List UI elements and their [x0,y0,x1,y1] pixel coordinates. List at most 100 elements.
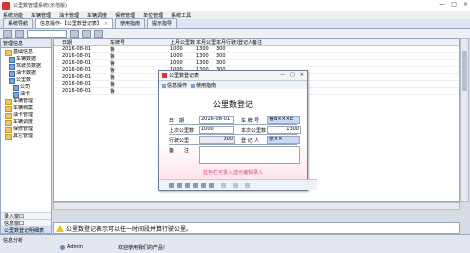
tree-node[interactable]: 车辆调度 [3,119,49,126]
table-cell: 1000 [170,53,183,59]
tree-label: 油卡数据 [16,70,37,76]
app-logo-icon [2,1,10,10]
dialog-info-button[interactable]: 信息操作 [162,82,187,89]
last-record-icon[interactable] [193,182,198,188]
col-header[interactable] [54,39,62,45]
tree-node[interactable]: 车辆管理 [3,98,49,105]
date-field[interactable]: 2016-08-01 [199,116,234,124]
notice-bar: 公里数登记表示可以任一时间段并算行驶公里。 [53,222,460,234]
first-record-icon[interactable] [169,182,174,188]
table-row[interactable]: 2016-08-01 鲁 1000 1300 300 [54,46,459,53]
tree-node[interactable]: 基础信息 [3,49,49,56]
search-icon[interactable] [245,182,250,188]
tree-label: 车辆管理 [13,98,34,104]
welcome-message: 欢迎使用我们的产品! [118,245,166,251]
folder-icon [5,49,12,56]
tree-label: 车辆数据 [16,56,37,62]
table-cell: 2016-08-01 [62,46,92,52]
table-row[interactable]: 2016-08-01 鲁 1000 1300 300 [54,60,459,67]
export-icon[interactable] [82,29,91,38]
next-record-icon[interactable] [185,182,190,188]
nav-info-window[interactable]: 信息窗口 [1,219,51,227]
table-cell: 300 [216,60,226,66]
save-icon[interactable] [221,182,226,188]
divider [169,124,297,125]
tree-label: 油卡 [20,91,31,97]
tree-node[interactable]: 车辆数据 [3,56,49,63]
table-cell: 2016-08-01 [62,81,92,87]
tree-label: 基础信息 [13,49,34,55]
table-cell: 2016-08-01 [62,53,92,59]
item-icon [9,63,15,70]
tab-system-nav[interactable]: 系统导航 [3,18,34,28]
col-header[interactable]: 本月公里数 [196,39,216,45]
scroll-thumb[interactable] [462,51,467,91]
col-header[interactable]: 本月行驶公里数 [216,39,238,45]
table-cell [238,60,252,66]
divider [169,134,297,135]
table-cell: 1300 [196,46,209,52]
tree-node[interactable]: 油卡管理 [3,112,49,119]
registrar-field[interactable]: 张×× [267,136,300,144]
tree-node[interactable]: 驾驶员数据 [3,63,49,70]
dialog-title: 公里数登记表 [169,73,200,79]
filter-icon[interactable] [94,29,103,38]
tree-label: 其它管理 [13,133,34,139]
tree-node[interactable]: 油卡数据 [3,70,49,77]
guide-icon [191,83,196,88]
print-icon[interactable] [70,29,79,38]
tree-node[interactable]: 保修管理 [3,126,49,133]
current-mileage-label: 本次公里数 [241,128,267,134]
horizontal-scrollbar[interactable] [53,202,460,210]
tree-node[interactable]: 公里数 [3,77,49,84]
dialog-guide-button[interactable]: 使用指南 [191,82,216,89]
table-cell: 1000 [170,60,183,66]
table-cell: 300 [216,53,226,59]
dialog-maximize-button[interactable]: □ [290,72,295,78]
record-selector[interactable] [27,29,67,38]
add-record-icon[interactable] [201,182,206,188]
edit-icon[interactable] [3,29,12,38]
close-button[interactable]: × [463,1,468,8]
last-mileage-field[interactable]: 1000 [199,126,234,134]
col-header[interactable]: 上月公里数 [170,39,196,45]
print-icon[interactable] [233,182,238,188]
tree-node[interactable]: 其它管理 [3,133,49,140]
table-cell: 2016-08-01 [62,74,92,80]
item-icon [9,70,15,77]
notice-text: 公里数登记表示可以任一时间段并算行驶公里。 [66,225,193,233]
minimize-button[interactable]: — [439,1,445,8]
dialog-body: 公里数登记 日 期 2016-08-01 车 牌 号 鲁B×××E 上次公里数 … [159,89,307,182]
delete-record-icon[interactable] [209,182,214,188]
col-header[interactable]: 登记人 [238,39,252,45]
tree-node[interactable]: 油卡 [3,91,49,98]
table-row[interactable]: 2016-08-01 鲁 1000 1300 300 [54,53,459,60]
refresh-icon[interactable] [15,29,24,38]
remark-field[interactable] [199,146,300,164]
tab-tips[interactable]: 提示指导 [147,18,178,28]
vertical-scrollbar[interactable] [460,38,469,202]
nav-entry-window[interactable]: 录入窗口 [1,212,51,220]
col-header[interactable]: 车牌号 [110,39,170,45]
tree-label: 公司 [20,84,31,90]
col-header[interactable]: 日期 [62,39,110,45]
folder-icon [5,126,12,133]
nav-mileage-detail[interactable]: 公里数登记明细表 [1,226,51,234]
current-mileage-field[interactable]: 1300 [267,126,301,134]
tree-node[interactable]: 车辆档案 [3,105,49,112]
plate-field[interactable]: 鲁B×××E [267,116,300,124]
last-mileage-label: 上次公里数 [169,128,195,134]
maximize-button[interactable]: □ [451,1,457,8]
dialog-titlebar: 公里数登记表 — □ × [159,71,307,81]
tab-info-operation[interactable]: 信息操作-【公里数登记表】 × [35,18,114,28]
info-icon [162,83,166,88]
prev-record-icon[interactable] [177,182,182,188]
tab-close-icon[interactable]: × [104,21,108,27]
dialog-close-button[interactable]: × [300,72,304,78]
tree-node[interactable]: 公司 [3,84,49,91]
tab-guide[interactable]: 使用指南 [115,18,146,28]
col-header[interactable]: 备注 [252,39,268,45]
table-cell: 1300 [196,53,209,59]
item-icon [9,56,15,63]
dialog-minimize-button[interactable]: — [280,72,285,78]
